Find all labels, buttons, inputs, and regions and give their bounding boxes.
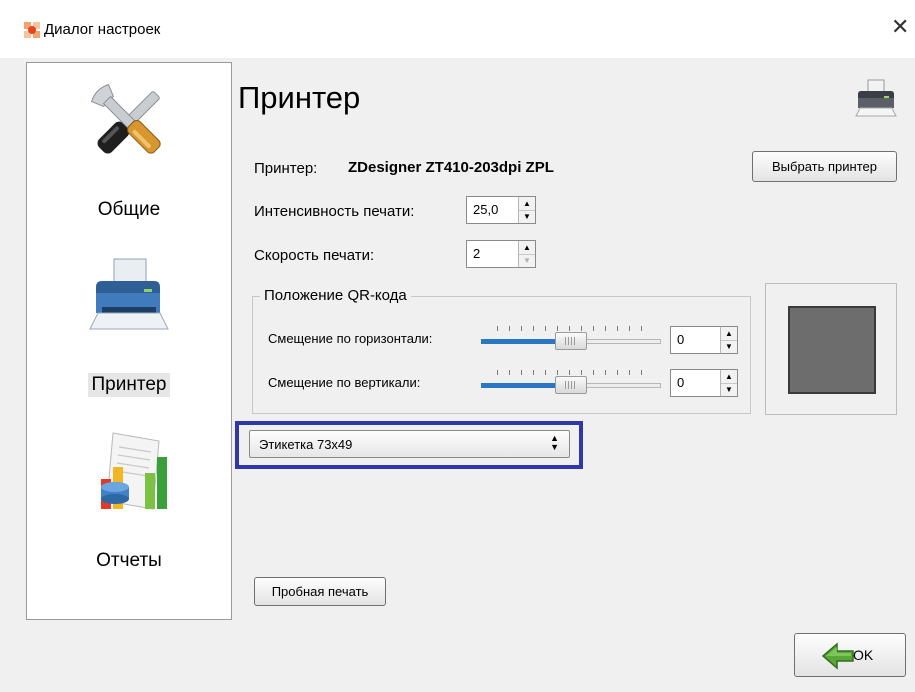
close-icon[interactable]: ✕: [891, 16, 909, 38]
updown-arrow-icon: ▲ ▼: [550, 433, 559, 452]
sidebar-item-general[interactable]: [27, 77, 231, 167]
app-icon: [24, 22, 40, 38]
test-print-button[interactable]: Пробная печать: [254, 577, 386, 606]
speed-label: Скорость печати:: [254, 247, 375, 264]
intensity-value: 25,0: [473, 202, 499, 217]
vertical-offset-spinbox[interactable]: 0 ▲ ▼: [670, 369, 738, 397]
horizontal-slider-handle[interactable]: [555, 332, 587, 350]
speed-up-arrow-icon[interactable]: ▲: [519, 241, 535, 255]
window-title: Диалог настроек: [44, 21, 161, 38]
intensity-up-arrow-icon[interactable]: ▲: [519, 197, 535, 211]
ok-button[interactable]: OK: [794, 633, 906, 677]
vertical-offset-slider[interactable]: [481, 368, 661, 398]
sidebar-item-label: Общие: [97, 199, 161, 220]
vertical-down-arrow-icon[interactable]: ▼: [721, 383, 737, 396]
horizontal-offset-slider[interactable]: [481, 324, 661, 354]
printer-header-icon: [854, 76, 898, 125]
qr-preview-square: [788, 306, 876, 394]
horizontal-down-arrow-icon[interactable]: ▼: [721, 340, 737, 353]
speed-value: 2: [473, 246, 481, 261]
sidebar-item-printer[interactable]: [27, 249, 231, 339]
printer-label: Принтер:: [254, 160, 318, 177]
intensity-down-arrow-icon[interactable]: ▼: [519, 210, 535, 223]
vertical-slider-handle[interactable]: [555, 376, 587, 394]
sidebar-item-reports[interactable]: [27, 427, 231, 519]
printer-icon: [27, 249, 231, 339]
vertical-up-arrow-icon[interactable]: ▲: [721, 370, 737, 384]
select-printer-button[interactable]: Выбрать принтер: [752, 151, 897, 182]
intensity-label: Интенсивность печати:: [254, 203, 415, 220]
page-title: Принтер: [238, 80, 361, 115]
horizontal-offset-spinbox[interactable]: 0 ▲ ▼: [670, 326, 738, 354]
sidebar: Общие Принтер Отчеты: [26, 62, 232, 620]
sidebar-item-label: Принтер: [87, 373, 171, 397]
reports-chart-icon: [27, 427, 231, 519]
qr-group-title: Положение QR-кода: [260, 287, 411, 304]
tools-icon: [27, 77, 231, 167]
intensity-spinbox[interactable]: 25,0 ▲ ▼: [466, 196, 536, 224]
printer-name: ZDesigner ZT410-203dpi ZPL: [348, 159, 554, 176]
speed-down-arrow-icon[interactable]: ▼: [519, 254, 535, 267]
vertical-offset-value: 0: [677, 375, 685, 390]
horizontal-up-arrow-icon[interactable]: ▲: [721, 327, 737, 341]
speed-spinbox[interactable]: 2 ▲ ▼: [466, 240, 536, 268]
ok-label: OK: [853, 647, 874, 663]
horizontal-offset-value: 0: [677, 332, 685, 347]
vertical-offset-label: Смещение по вертикали:: [268, 375, 421, 390]
horizontal-offset-label: Смещение по горизонтали:: [268, 331, 433, 346]
ok-arrow-icon: [821, 640, 855, 670]
sidebar-item-label: Отчеты: [96, 550, 162, 571]
label-select-value: Этикетка 73x49: [259, 437, 353, 452]
label-select[interactable]: Этикетка 73x49 ▲ ▼: [249, 430, 570, 458]
